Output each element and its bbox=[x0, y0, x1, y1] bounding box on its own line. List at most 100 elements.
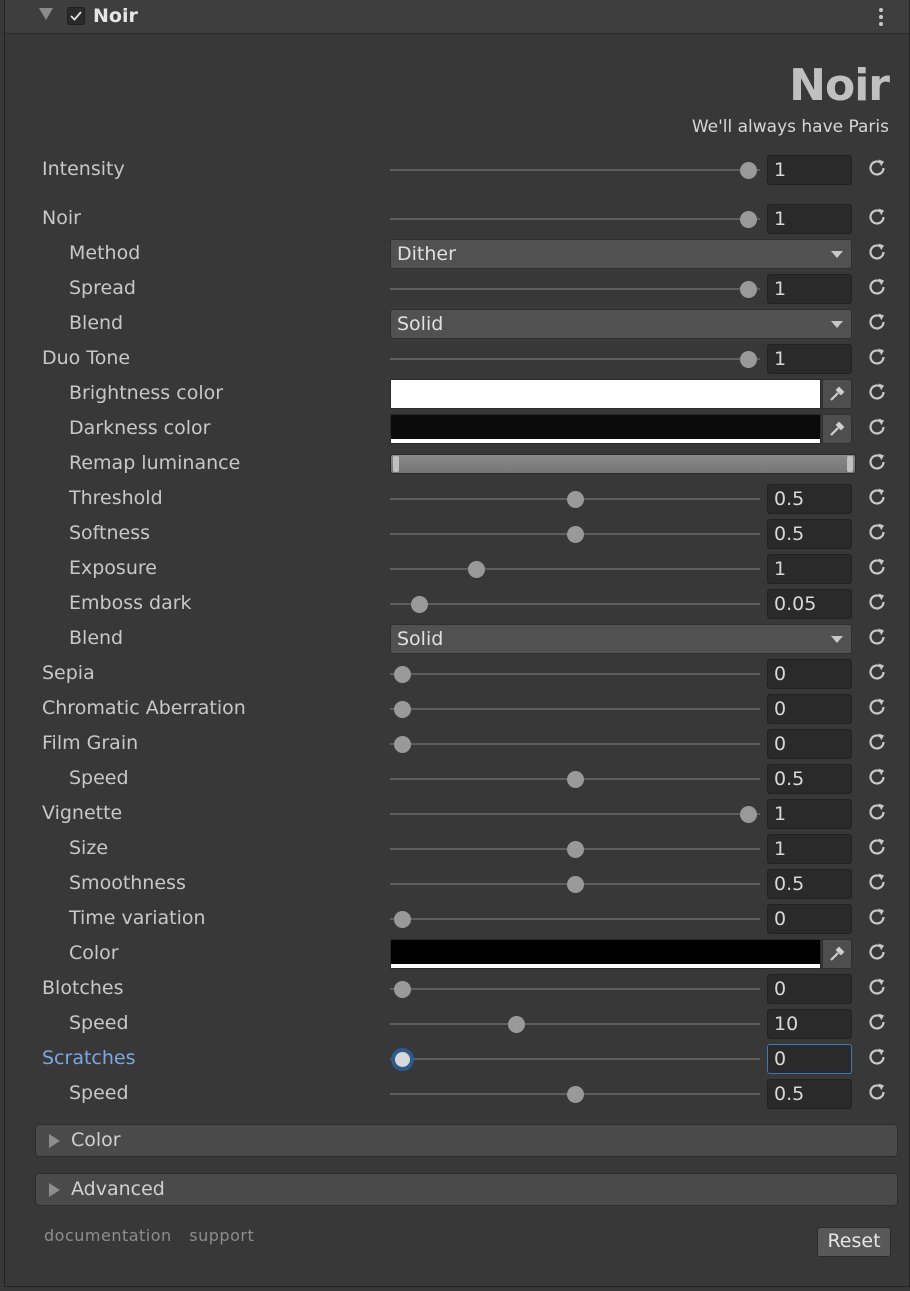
value-field[interactable]: 1 bbox=[767, 274, 852, 304]
value-field[interactable]: 0 bbox=[767, 904, 852, 934]
slider[interactable] bbox=[390, 342, 760, 377]
reset-icon[interactable] bbox=[866, 1081, 888, 1103]
reset-icon[interactable] bbox=[866, 451, 888, 473]
slider-track[interactable] bbox=[390, 288, 760, 290]
reset-icon[interactable] bbox=[866, 871, 888, 893]
range-handle-max[interactable] bbox=[847, 456, 853, 472]
slider-track[interactable] bbox=[390, 358, 760, 360]
reset-button[interactable]: Reset bbox=[817, 1227, 891, 1257]
reset-icon[interactable] bbox=[866, 381, 888, 403]
value-field[interactable]: 0.5 bbox=[767, 519, 852, 549]
value-field[interactable]: 1 bbox=[767, 204, 852, 234]
slider-thumb[interactable] bbox=[740, 351, 757, 368]
slider-track[interactable] bbox=[390, 1023, 760, 1025]
slider[interactable] bbox=[390, 832, 760, 867]
slider-thumb[interactable] bbox=[508, 1016, 526, 1033]
reset-icon[interactable] bbox=[866, 661, 888, 683]
range-handle-min[interactable] bbox=[393, 456, 399, 472]
value-field[interactable]: 1 bbox=[767, 155, 852, 185]
slider[interactable] bbox=[390, 153, 760, 188]
slider-thumb[interactable] bbox=[740, 162, 757, 179]
slider[interactable] bbox=[390, 972, 760, 1007]
color-swatch[interactable] bbox=[390, 414, 821, 444]
enabled-checkbox[interactable] bbox=[67, 7, 85, 25]
slider[interactable] bbox=[390, 867, 760, 902]
slider-thumb[interactable] bbox=[567, 876, 584, 893]
slider-thumb[interactable] bbox=[411, 596, 429, 613]
foldout-arrow-icon[interactable] bbox=[39, 8, 53, 20]
slider-track[interactable] bbox=[390, 743, 760, 745]
slider-thumb[interactable] bbox=[567, 1086, 584, 1103]
value-field[interactable]: 0 bbox=[767, 729, 852, 759]
slider[interactable] bbox=[390, 517, 760, 552]
value-field[interactable]: 0.5 bbox=[767, 1079, 852, 1109]
reset-icon[interactable] bbox=[866, 1046, 888, 1068]
slider-thumb[interactable] bbox=[395, 1052, 410, 1067]
slider-thumb[interactable] bbox=[740, 281, 757, 298]
slider-thumb[interactable] bbox=[567, 526, 584, 543]
reset-icon[interactable] bbox=[866, 801, 888, 823]
value-field[interactable]: 0.5 bbox=[767, 484, 852, 514]
reset-icon[interactable] bbox=[866, 556, 888, 578]
slider[interactable] bbox=[390, 1007, 760, 1042]
value-field[interactable]: 0 bbox=[767, 694, 852, 724]
value-field[interactable]: 1 bbox=[767, 799, 852, 829]
reset-icon[interactable] bbox=[866, 766, 888, 788]
slider-thumb[interactable] bbox=[394, 981, 411, 998]
slider-thumb[interactable] bbox=[394, 911, 411, 928]
more-options-icon[interactable] bbox=[877, 8, 885, 28]
reset-icon[interactable] bbox=[866, 346, 888, 368]
reset-icon[interactable] bbox=[866, 1011, 888, 1033]
support-link[interactable]: support bbox=[189, 1226, 254, 1245]
dropdown[interactable]: Solid bbox=[390, 624, 852, 654]
reset-icon[interactable] bbox=[866, 906, 888, 928]
value-field[interactable]: 0.5 bbox=[767, 764, 852, 794]
slider-thumb[interactable] bbox=[567, 841, 584, 858]
reset-icon[interactable] bbox=[866, 311, 888, 333]
slider-track[interactable] bbox=[390, 918, 760, 920]
slider-thumb[interactable] bbox=[740, 806, 757, 823]
curve-range-field[interactable] bbox=[390, 454, 856, 474]
color-swatch[interactable] bbox=[390, 379, 821, 409]
slider[interactable] bbox=[390, 272, 760, 307]
reset-icon[interactable] bbox=[866, 626, 888, 648]
slider-track[interactable] bbox=[390, 603, 760, 605]
value-field[interactable]: 1 bbox=[767, 344, 852, 374]
slider[interactable] bbox=[390, 657, 760, 692]
slider-track[interactable] bbox=[390, 708, 760, 710]
slider[interactable] bbox=[390, 1077, 760, 1112]
slider-track[interactable] bbox=[390, 169, 760, 171]
slider-thumb[interactable] bbox=[394, 666, 411, 683]
slider-thumb[interactable] bbox=[567, 491, 584, 508]
slider[interactable] bbox=[390, 552, 760, 587]
slider-track[interactable] bbox=[390, 673, 760, 675]
color-swatch[interactable] bbox=[390, 939, 821, 969]
section-advanced[interactable]: Advanced bbox=[35, 1173, 898, 1206]
value-field[interactable]: 0 bbox=[767, 1044, 852, 1074]
slider-track[interactable] bbox=[390, 568, 760, 570]
reset-icon[interactable] bbox=[866, 591, 888, 613]
reset-icon[interactable] bbox=[866, 521, 888, 543]
slider[interactable] bbox=[390, 692, 760, 727]
section-color[interactable]: Color bbox=[35, 1124, 898, 1157]
slider[interactable] bbox=[390, 587, 760, 622]
reset-icon[interactable] bbox=[866, 241, 888, 263]
eyedropper-icon[interactable] bbox=[822, 414, 852, 444]
reset-icon[interactable] bbox=[866, 836, 888, 858]
slider[interactable] bbox=[390, 797, 760, 832]
slider[interactable] bbox=[390, 727, 760, 762]
reset-icon[interactable] bbox=[866, 731, 888, 753]
slider[interactable] bbox=[390, 762, 760, 797]
dropdown[interactable]: Dither bbox=[390, 239, 852, 269]
reset-icon[interactable] bbox=[866, 486, 888, 508]
slider[interactable] bbox=[390, 902, 760, 937]
value-field[interactable]: 0 bbox=[767, 659, 852, 689]
reset-icon[interactable] bbox=[866, 696, 888, 718]
slider-track[interactable] bbox=[390, 988, 760, 990]
slider-track[interactable] bbox=[390, 813, 760, 815]
slider-track[interactable] bbox=[390, 1058, 760, 1060]
slider-thumb[interactable] bbox=[394, 736, 411, 753]
slider-thumb[interactable] bbox=[468, 561, 486, 578]
eyedropper-icon[interactable] bbox=[822, 379, 852, 409]
value-field[interactable]: 10 bbox=[767, 1009, 852, 1039]
